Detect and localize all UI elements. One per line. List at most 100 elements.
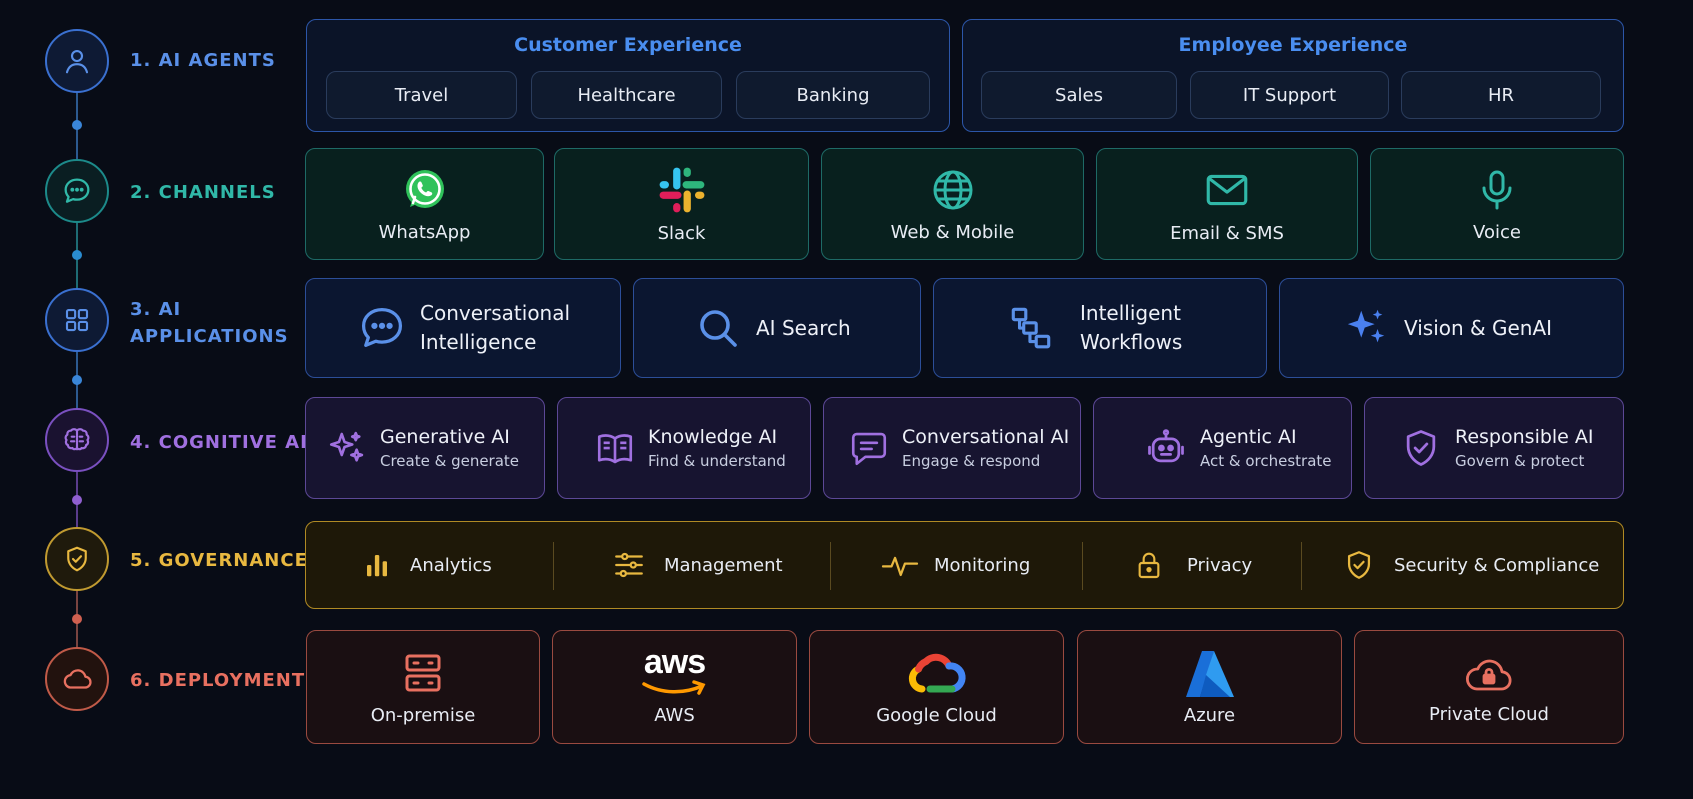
tier-6-circle <box>45 647 109 711</box>
bar-chart-icon <box>367 555 387 577</box>
channel-whatsapp-label: WhatsApp <box>378 221 471 243</box>
cognitive-generative-ai[interactable]: Generative AI Create & generate <box>305 397 545 499</box>
apps-grid-icon <box>65 308 89 332</box>
tier-2-label: 2. CHANNELS <box>130 182 276 203</box>
lock-icon <box>1138 552 1160 579</box>
app-label-line-2: Intelligence <box>420 330 537 354</box>
deploy-private-cloud-label: Private Cloud <box>1429 703 1549 725</box>
azure-logo <box>1185 650 1234 697</box>
agent-sales-button[interactable]: Sales <box>981 71 1177 119</box>
customer-experience-panel: Customer Experience Travel Healthcare Ba… <box>306 19 950 132</box>
cognitive-title: Agentic AI <box>1200 426 1297 448</box>
cognitive-responsible-ai[interactable]: Responsible AI Govern & protect <box>1364 397 1624 499</box>
timeline-dot <box>72 495 82 505</box>
deploy-google-cloud[interactable]: Google Cloud <box>809 630 1064 744</box>
governance-management[interactable]: Management <box>612 522 783 608</box>
tier-3-label: 3. AI APPLICATIONS <box>130 296 289 350</box>
employee-experience-title: Employee Experience <box>1178 34 1408 56</box>
tier-3-circle <box>45 288 109 352</box>
cognitive-subtitle: Engage & respond <box>902 452 1041 470</box>
agent-it-support-button[interactable]: IT Support <box>1190 71 1389 119</box>
app-conversational-intelligence-label: Conversational Intelligence <box>420 299 570 357</box>
cognitive-conversational-ai[interactable]: Conversational AI Engage & respond <box>823 397 1081 499</box>
tier-2-circle <box>45 159 109 223</box>
message-icon <box>851 432 887 466</box>
chat-dots-icon <box>64 178 90 203</box>
governance-security-compliance-label: Security & Compliance <box>1394 554 1600 576</box>
app-intelligent-workflows[interactable]: Intelligent Workflows <box>933 278 1267 378</box>
deploy-on-premise[interactable]: On-premise <box>306 630 540 744</box>
channel-voice-label: Voice <box>1473 221 1521 243</box>
user-icon <box>65 49 89 74</box>
cognitive-conversational-ai-text: Conversational AI Engage & respond <box>902 426 1069 470</box>
timeline-dot <box>72 250 82 260</box>
deploy-private-cloud[interactable]: Private Cloud <box>1354 630 1624 744</box>
cognitive-agentic-ai-text: Agentic AI Act & orchestrate <box>1200 426 1332 470</box>
app-ai-search[interactable]: AI Search <box>633 278 921 378</box>
app-vision-genai-label: Vision & GenAI <box>1404 316 1553 340</box>
brain-icon <box>64 428 90 451</box>
governance-privacy[interactable]: Privacy <box>1133 522 1252 608</box>
book-icon <box>597 434 633 464</box>
tier-4-circle <box>45 408 109 472</box>
channel-slack-label: Slack <box>657 222 706 244</box>
shield-check-icon <box>1406 430 1436 466</box>
cognitive-subtitle: Create & generate <box>380 452 520 470</box>
cognitive-subtitle: Govern & protect <box>1455 452 1585 470</box>
agent-healthcare-button[interactable]: Healthcare <box>531 71 722 119</box>
agent-hr-button[interactable]: HR <box>1401 71 1601 119</box>
sparkles-icon <box>1347 309 1385 343</box>
channel-slack[interactable]: Slack <box>554 148 809 260</box>
cognitive-generative-ai-text: Generative AI Create & generate <box>380 426 519 470</box>
timeline-dot <box>72 614 82 624</box>
tier-4-label: 4. COGNITIVE AI <box>130 432 308 453</box>
cognitive-agentic-ai[interactable]: Agentic AI Act & orchestrate <box>1093 397 1352 499</box>
channel-web-mobile-label: Web & Mobile <box>890 221 1015 243</box>
chat-bubble-icon <box>361 307 403 347</box>
aws-logo: aws <box>635 643 715 699</box>
governance-security-compliance[interactable]: Security & Compliance <box>1342 522 1599 608</box>
app-ai-search-label: AI Search <box>756 316 851 340</box>
tier-3-label-line-2: APPLICATIONS <box>130 326 289 347</box>
pulse-icon <box>881 556 919 577</box>
app-conversational-intelligence[interactable]: Conversational Intelligence <box>305 278 621 378</box>
channel-voice[interactable]: Voice <box>1370 148 1624 260</box>
app-vision-genai[interactable]: Vision & GenAI <box>1279 278 1624 378</box>
governance-monitoring-label: Monitoring <box>934 554 1031 576</box>
mail-icon <box>1206 174 1248 205</box>
channel-email-sms[interactable]: Email & SMS <box>1096 148 1358 260</box>
google-cloud-logo <box>908 653 966 692</box>
deploy-aws[interactable]: aws AWS <box>552 630 797 744</box>
aws-smile-icon <box>641 679 705 695</box>
globe-icon <box>933 170 972 209</box>
slack-icon <box>659 167 704 212</box>
cognitive-responsible-ai-text: Responsible AI Govern & protect <box>1455 426 1594 470</box>
governance-analytics[interactable]: Analytics <box>362 522 492 608</box>
channel-web-mobile[interactable]: Web & Mobile <box>821 148 1084 260</box>
timeline-dot <box>72 375 82 385</box>
shield-check-icon <box>67 546 87 572</box>
tier-6-label: 6. DEPLOYMENT <box>130 670 306 691</box>
search-icon <box>700 310 737 347</box>
cognitive-subtitle: Find & understand <box>648 452 786 470</box>
app-intelligent-workflows-label: Intelligent Workflows <box>1080 299 1182 357</box>
timeline-dot <box>72 120 82 130</box>
shield-check-icon <box>1347 551 1371 579</box>
cognitive-title: Conversational AI <box>902 426 1070 448</box>
agent-travel-button[interactable]: Travel <box>326 71 517 119</box>
tier-1-label: 1. AI AGENTS <box>130 50 276 71</box>
governance-analytics-label: Analytics <box>410 554 492 576</box>
workflow-icon <box>1011 307 1051 349</box>
sparkles-icon <box>329 431 364 462</box>
divider <box>1082 542 1083 590</box>
agent-banking-button[interactable]: Banking <box>736 71 930 119</box>
governance-monitoring[interactable]: Monitoring <box>880 522 1030 608</box>
deploy-azure[interactable]: Azure <box>1077 630 1342 744</box>
deploy-google-cloud-label: Google Cloud <box>876 704 997 726</box>
sliders-icon <box>615 552 643 578</box>
deploy-azure-label: Azure <box>1183 704 1236 726</box>
cognitive-knowledge-ai[interactable]: Knowledge AI Find & understand <box>557 397 811 499</box>
divider <box>553 542 554 590</box>
tier-1-circle <box>45 29 109 93</box>
channel-whatsapp[interactable]: WhatsApp <box>305 148 544 260</box>
